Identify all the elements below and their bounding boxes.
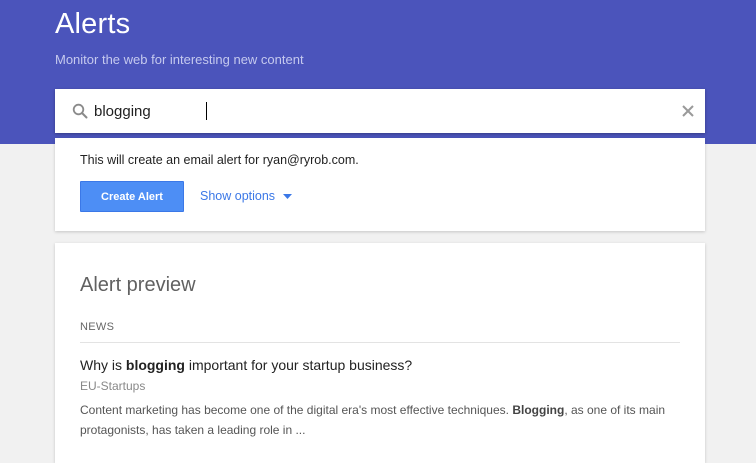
preview-title: Alert preview: [80, 274, 196, 296]
snippet-keyword: Blogging: [512, 403, 565, 417]
result-title-keyword: blogging: [125, 357, 185, 373]
search-input[interactable]: [94, 99, 654, 123]
result-snippet: Content marketing has become one of the …: [80, 400, 690, 440]
email-note: This will create an email alert for ryan…: [80, 153, 359, 167]
create-alert-card: This will create an email alert for ryan…: [55, 138, 705, 231]
page-title: Alerts: [55, 8, 131, 40]
caret-down-icon: [283, 193, 293, 199]
close-icon[interactable]: [680, 103, 696, 119]
text-cursor: [206, 102, 207, 120]
alert-preview-card: Alert preview NEWS Why is blogging impor…: [55, 243, 705, 463]
create-alert-button[interactable]: Create Alert: [80, 181, 184, 212]
page-subtitle: Monitor the web for interesting new cont…: [55, 52, 304, 67]
result-title-after: important for your startup business?: [184, 357, 413, 373]
search-box[interactable]: [55, 89, 705, 133]
show-options-link[interactable]: Show options: [200, 189, 293, 203]
divider: [80, 342, 680, 343]
show-options-label: Show options: [200, 189, 276, 203]
result-source: EU-Startups: [80, 379, 146, 393]
snippet-before: Content marketing has become one of the …: [80, 403, 513, 417]
app-header: Alerts Monitor the web for interesting n…: [0, 0, 756, 144]
result-title-link[interactable]: Why is blogging important for your start…: [80, 357, 412, 373]
section-label-news: NEWS: [80, 321, 115, 333]
search-icon: [72, 103, 88, 119]
result-title-before: Why is: [80, 357, 126, 373]
